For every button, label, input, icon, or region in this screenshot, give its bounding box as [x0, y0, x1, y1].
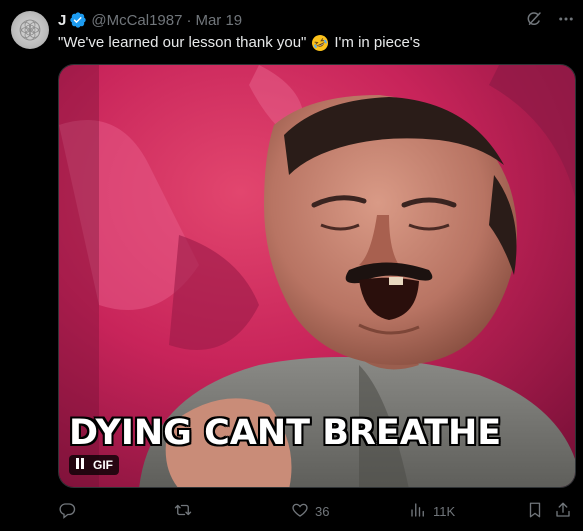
views-count: 11K	[433, 503, 456, 519]
share-button[interactable]	[554, 500, 572, 522]
gif-controls[interactable]: GIF	[69, 455, 119, 475]
repost-button[interactable]	[174, 500, 198, 522]
like-button[interactable]: 36	[291, 500, 329, 522]
handle[interactable]: @McCal1987	[91, 12, 182, 29]
display-name[interactable]: J	[58, 12, 66, 29]
gif-caption: DYING CANT BREATHE	[69, 413, 502, 453]
timestamp[interactable]: Mar 19	[195, 12, 242, 29]
tweet-header: J @McCal1987 · Mar 19	[58, 10, 242, 30]
repost-icon	[174, 501, 192, 522]
reply-icon	[58, 501, 76, 522]
tweet-text-remark: I'm in piece's	[334, 34, 421, 51]
tweet-text-quote: "We've learned our lesson thank you"	[58, 34, 307, 51]
reply-button[interactable]	[58, 500, 82, 522]
bookmark-button[interactable]	[526, 500, 544, 522]
like-count: 36	[315, 503, 330, 519]
views-button[interactable]: 11K	[409, 500, 455, 522]
avatar-pattern-icon	[19, 19, 41, 41]
separator-dot: ·	[186, 11, 192, 29]
gif-media[interactable]: DYING CANT BREATHE GIF	[58, 64, 576, 488]
share-icon	[554, 501, 572, 522]
avatar[interactable]	[11, 11, 49, 49]
tweet-text: "We've learned our lesson thank you" I'm…	[58, 33, 420, 53]
action-bar: 36 11K	[58, 500, 576, 522]
top-actions	[525, 10, 575, 33]
rolling-on-floor-laughing-emoji-icon	[311, 34, 329, 52]
verified-badge-icon[interactable]	[69, 11, 87, 29]
gif-label: GIF	[93, 458, 113, 472]
tweet-card[interactable]: J @McCal1987 · Mar 19 "We've learned our…	[0, 0, 583, 531]
pause-icon[interactable]	[75, 456, 85, 474]
like-icon	[291, 501, 309, 522]
more-icon[interactable]	[557, 10, 575, 33]
grok-icon[interactable]	[525, 10, 543, 33]
bookmark-icon	[526, 501, 544, 522]
views-icon	[409, 501, 427, 522]
